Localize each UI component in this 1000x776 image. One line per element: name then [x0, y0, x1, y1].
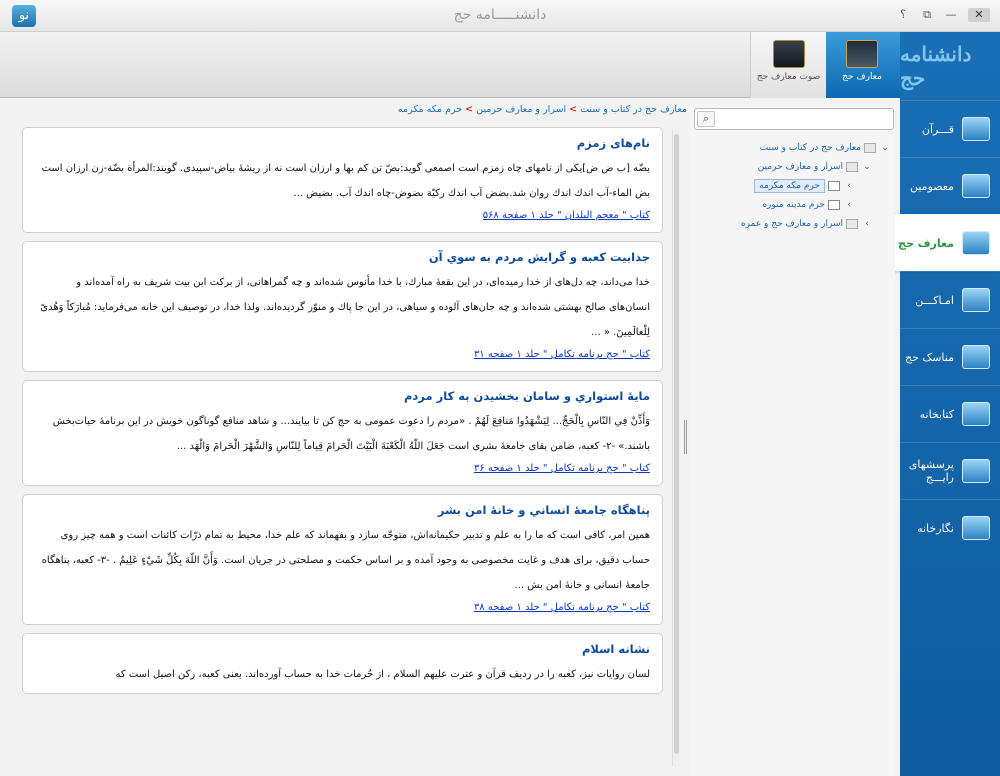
tab-label: معارف حج: [842, 72, 882, 82]
card-title[interactable]: پناهگاه جامعهٔ انساني و خانهٔ امن بشر: [33, 503, 650, 517]
chevron-down-icon[interactable]: ⌄: [879, 143, 891, 153]
encyclopedia-logo: دانشنامه حج: [900, 42, 972, 90]
folder-icon: [846, 218, 858, 229]
window-title: دانشنـــــامه حج: [453, 7, 547, 23]
card-title[interactable]: جذابيت کعبه و گرايش مردم به سوي آن: [33, 250, 650, 264]
card-source-link[interactable]: كتاب " حج برنامه تكامل " جلد ١ صفحه ٣۶: [33, 459, 650, 479]
sidebar-item-label: نگارخانه: [917, 521, 954, 535]
kaaba-icon: [772, 40, 805, 68]
folder-icon: [846, 161, 858, 172]
tree-node-label: حرم مدینه منوره: [762, 199, 825, 210]
card-excerpt: خدا مى‌داند، چه دل‌هاى از خدا رميده‌اى، …: [40, 277, 650, 338]
scrollbar-thumb[interactable]: [674, 134, 679, 754]
sidebar-item-gallery[interactable]: نگارخانه: [900, 499, 1000, 556]
sidebar-item-masoumin[interactable]: معصومین: [900, 157, 1000, 214]
card-source-link[interactable]: كتاب " حج برنامه تكامل " جلد ١ صفحه ٣٨: [33, 598, 650, 618]
chevron-right-icon[interactable]: ›: [843, 181, 855, 191]
sidebar-item-label: قـــرآن: [921, 122, 954, 136]
sidebar-item-library[interactable]: کتابخانه: [900, 385, 1000, 442]
sidebar-item-places[interactable]: امـاکـــن: [900, 271, 1000, 328]
quran-icon: [962, 117, 990, 141]
breadcrumb-separator: >: [569, 104, 578, 115]
result-card: مايهٔ استواري و سامان بخشيدن به کار مردم…: [22, 380, 663, 486]
places-icon: [962, 288, 990, 312]
main-sidebar: دانشنامه حج قـــرآن معصومین معارف حج امـ…: [892, 32, 1000, 776]
gallery-icon: [962, 516, 990, 540]
sidebar-item-label: کتابخانه: [919, 407, 954, 421]
search-input[interactable]: [719, 111, 889, 127]
breadcrumb-separator: >: [465, 104, 474, 115]
breadcrumb-item[interactable]: اسرار و معارف حرمین: [476, 104, 566, 115]
sidebar-item-label: پرسشهای رایـــج: [908, 458, 954, 484]
search-icon[interactable]: ⌕: [697, 111, 715, 127]
search-box: ⌕: [694, 108, 894, 130]
kaaba-icon: [846, 40, 878, 68]
result-card: نشانه اسلام لسان روايات نيز، كعبه را در …: [22, 633, 663, 694]
library-icon: [962, 402, 990, 426]
folder-icon: [864, 142, 876, 153]
sidebar-item-quran[interactable]: قـــرآن: [900, 100, 1000, 157]
tree-node[interactable]: ⌄ اسرار و معارف حرمین: [690, 157, 895, 176]
card-source-link[interactable]: كتاب " حج برنامه تكامل " جلد ١ صفحه ٣١: [33, 345, 650, 365]
chevron-right-icon[interactable]: ›: [861, 219, 873, 229]
breadcrumb-item[interactable]: معارف حج در کتاب و سنت: [580, 104, 687, 115]
sidebar-item-label: معارف حج: [898, 236, 954, 250]
sidebar-item-label: امـاکـــن: [915, 293, 954, 307]
header-band: معارف حج صوت معارف حج: [0, 32, 900, 98]
sidebar-item-label: معصومین: [909, 179, 954, 193]
topic-tree-panel: ⌕ ⌄ معارف حج در کتاب و سنت ⌄ اسرار و معا…: [690, 104, 895, 776]
panel-splitter-handle[interactable]: [684, 420, 687, 454]
topic-tree: ⌄ معارف حج در کتاب و سنت ⌄ اسرار و معارف…: [690, 138, 895, 233]
help-button[interactable]: ؟: [896, 8, 910, 22]
card-excerpt: وَأَذِّنْ فِي النّاسِ بِالْحَجِّ... لِيَ…: [52, 416, 650, 452]
result-card: پناهگاه جامعهٔ انساني و خانهٔ امن بشر هم…: [22, 494, 663, 625]
content-scrollbar[interactable]: [672, 130, 680, 766]
tree-node[interactable]: › اسرار و معارف حج و عمره: [690, 214, 895, 233]
sidebar-item-faq[interactable]: پرسشهای رایـــج: [900, 442, 1000, 499]
results-list: نام‌های زمزم بضّه [ب ض ض]يكى از نامهاى چ…: [14, 127, 670, 776]
chevron-down-icon[interactable]: ⌄: [861, 162, 873, 172]
card-excerpt: همين امر، كافى است كه ما را به علم و تدب…: [41, 530, 650, 591]
tab-label: صوت معارف حج: [756, 72, 821, 82]
result-card: نام‌های زمزم بضّه [ب ض ض]يكى از نامهاى چ…: [22, 127, 663, 233]
tree-node-label: اسرار و معارف حج و عمره: [740, 218, 843, 229]
tree-node[interactable]: ⌄ معارف حج در کتاب و سنت: [690, 138, 895, 157]
card-excerpt: لسان روايات نيز، كعبه را در رديف قرآن و …: [115, 669, 650, 680]
chevron-right-icon[interactable]: ›: [843, 200, 855, 210]
tree-node-label: حرم مکه مکرمه: [754, 178, 825, 193]
card-excerpt: بضّه [ب ض ض]يكى از نامهاى چاه زمزم است ا…: [41, 163, 650, 199]
tree-node-label: معارف حج در کتاب و سنت: [759, 142, 861, 153]
sidebar-item-hajj-teachings[interactable]: معارف حج: [892, 214, 1000, 271]
tree-node[interactable]: › حرم مکه مکرمه: [690, 176, 895, 195]
tab-hajj-teachings[interactable]: معارف حج: [824, 32, 900, 98]
kaaba-icon: [962, 231, 990, 255]
tab-audio-teachings[interactable]: صوت معارف حج: [750, 32, 826, 98]
tree-node[interactable]: › حرم مدینه منوره: [690, 195, 895, 214]
faq-icon: [962, 459, 990, 483]
window-controls: ؟ ⧉ — ✕: [896, 8, 990, 22]
sidebar-item-rituals[interactable]: مناسک حج: [900, 328, 1000, 385]
title-bar: نو دانشنـــــامه حج ؟ ⧉ — ✕: [0, 0, 1000, 32]
close-button[interactable]: ✕: [968, 8, 990, 22]
pilgrim-icon: [962, 345, 990, 369]
tree-node-label: اسرار و معارف حرمین: [757, 161, 843, 172]
card-source-link[interactable]: كتاب " معجم البلدان " جلد ١ صفحه ۵۶٨: [33, 206, 650, 226]
sidebar-item-label: مناسک حج: [904, 350, 954, 364]
restore-button[interactable]: ⧉: [920, 8, 934, 22]
document-icon: [828, 199, 840, 210]
card-title[interactable]: مايهٔ استواري و سامان بخشيدن به کار مردم: [33, 389, 650, 403]
card-title[interactable]: نام‌های زمزم: [33, 136, 650, 150]
minimize-button[interactable]: —: [944, 8, 958, 22]
breadcrumb-item[interactable]: حرم مکه مکرمه: [398, 104, 462, 115]
document-icon: [828, 180, 840, 191]
card-title[interactable]: نشانه اسلام: [33, 642, 650, 656]
breadcrumb: معارف حج در کتاب و سنت>اسرار و معارف حرم…: [398, 104, 687, 115]
result-card: جذابيت کعبه و گرايش مردم به سوي آن خدا م…: [22, 241, 663, 372]
masoumin-icon: [962, 174, 990, 198]
